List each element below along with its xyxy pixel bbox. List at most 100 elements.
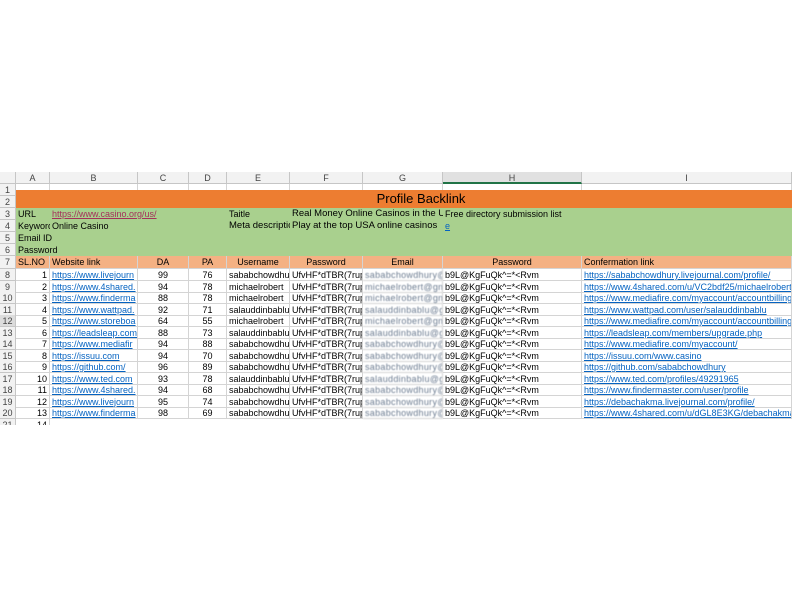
- cell-username[interactable]: sababchowdhu: [227, 361, 290, 373]
- cell-website-link[interactable]: https://www.finderma: [50, 407, 138, 419]
- cell-username[interactable]: salauddinbablu: [227, 372, 290, 385]
- cell-confirmation-link[interactable]: https://www.wattpad.com/user/salauddinba…: [582, 303, 792, 316]
- cell-username[interactable]: sababchowdhu: [227, 407, 290, 419]
- cell-email[interactable]: sababchowdhury@gmail.com: [363, 395, 443, 408]
- cell-username[interactable]: michaelrobert: [227, 292, 290, 304]
- password-label[interactable]: Password: [16, 244, 96, 256]
- cell-email[interactable]: sababchowdhury@gmail.com: [363, 269, 443, 281]
- cell-email[interactable]: michaelrobert@gmail.com: [363, 280, 443, 293]
- cell-da[interactable]: 99: [138, 269, 189, 281]
- column-header-b[interactable]: B: [50, 172, 138, 184]
- cell-password[interactable]: UfvHF*dTBR(7rup/: [290, 338, 363, 350]
- email-id-label[interactable]: Email ID: [16, 232, 96, 244]
- cell-password-2[interactable]: b9L@KgFuQk^=*<Rvm: [443, 349, 582, 362]
- cell-pa[interactable]: 70: [189, 349, 227, 362]
- cell-password-2[interactable]: b9L@KgFuQk^=*<Rvm: [443, 338, 582, 350]
- cell-email[interactable]: sababchowdhury@gmail.com: [363, 349, 443, 362]
- cell-slno[interactable]: 4: [16, 303, 50, 316]
- cell-password-2[interactable]: b9L@KgFuQk^=*<Rvm: [443, 361, 582, 373]
- cell-password-2[interactable]: b9L@KgFuQk^=*<Rvm: [443, 315, 582, 327]
- cell-username[interactable]: salauddinbablu: [227, 326, 290, 339]
- column-header-c[interactable]: C: [138, 172, 189, 184]
- cell-password[interactable]: UfvHF*dTBR(7rup/: [290, 269, 363, 281]
- column-header-h[interactable]: H: [443, 172, 582, 184]
- header-da[interactable]: DA: [138, 256, 189, 269]
- cell-confirmation-link[interactable]: https://sababchowdhury.livejournal.com/p…: [582, 269, 792, 281]
- cell-slno[interactable]: 9: [16, 361, 50, 373]
- column-header-i[interactable]: I: [582, 172, 792, 184]
- cell-slno[interactable]: 5: [16, 315, 50, 327]
- cell-username[interactable]: sababchowdhu: [227, 338, 290, 350]
- cell-confirmation-link[interactable]: https://debachakma.livejournal.com/profi…: [582, 395, 792, 408]
- select-all-corner[interactable]: [0, 172, 16, 184]
- row-header[interactable]: 20: [0, 407, 16, 419]
- cell-password[interactable]: UfvHF*dTBR(7rup/: [290, 349, 363, 362]
- cell-slno[interactable]: 14: [16, 418, 50, 425]
- cell-website-link[interactable]: https://www.wattpad.: [50, 303, 138, 316]
- row-header[interactable]: 13: [0, 326, 16, 339]
- cell-username[interactable]: sababchowdhu: [227, 269, 290, 281]
- cell-password[interactable]: UfvHF*dTBR(7rup/: [290, 315, 363, 327]
- cell-slno[interactable]: 10: [16, 372, 50, 385]
- cell-confirmation-link[interactable]: https://github.com/sababchowdhury: [582, 361, 792, 373]
- cell-website-link[interactable]: https://www.4shared.: [50, 280, 138, 293]
- cell-username[interactable]: sababchowdhu: [227, 384, 290, 396]
- cell-email[interactable]: sababchowdhury@gmail.com: [363, 407, 443, 419]
- cell-slno[interactable]: 12: [16, 395, 50, 408]
- cell-da[interactable]: 93: [138, 372, 189, 385]
- cell-email[interactable]: sababchowdhury@gmail.com: [363, 338, 443, 350]
- cell-da[interactable]: 94: [138, 280, 189, 293]
- cell-password[interactable]: UfvHF*dTBR(7rup/: [290, 407, 363, 419]
- cell-website-link[interactable]: https://www.storeboa: [50, 315, 138, 327]
- cell-pa[interactable]: 73: [189, 326, 227, 339]
- cell-pa[interactable]: 71: [189, 303, 227, 316]
- header-password[interactable]: Password: [290, 256, 363, 269]
- header-password-2[interactable]: Password: [443, 256, 582, 269]
- cell-slno[interactable]: 1: [16, 269, 50, 281]
- cell-website-link[interactable]: https://www.4shared.: [50, 384, 138, 396]
- row-header[interactable]: 14: [0, 338, 16, 350]
- row-header[interactable]: 18: [0, 384, 16, 396]
- keyword-value[interactable]: Online Casino: [50, 220, 227, 232]
- cell-password-2[interactable]: b9L@KgFuQk^=*<Rvm: [443, 269, 582, 281]
- cell-slno[interactable]: 7: [16, 338, 50, 350]
- cell-da[interactable]: 94: [138, 349, 189, 362]
- cell-confirmation-link[interactable]: https://www.mediafire.com/myaccount/: [582, 338, 792, 350]
- row-header[interactable]: 12: [0, 315, 16, 327]
- cell-email[interactable]: michaelrobert@gmail.com: [363, 292, 443, 304]
- row-header[interactable]: 5: [0, 232, 16, 244]
- cell-slno[interactable]: 8: [16, 349, 50, 362]
- cell-da[interactable]: 94: [138, 384, 189, 396]
- row-header[interactable]: 7: [0, 256, 16, 269]
- row-header[interactable]: 8: [0, 269, 16, 281]
- cell-confirmation-link[interactable]: https://www.ted.com/profiles/49291965: [582, 372, 792, 385]
- cell-password-2[interactable]: b9L@KgFuQk^=*<Rvm: [443, 372, 582, 385]
- cell-password[interactable]: UfvHF*dTBR(7rup/: [290, 372, 363, 385]
- cell-da[interactable]: 88: [138, 326, 189, 339]
- row-header[interactable]: 15: [0, 349, 16, 362]
- cell-username[interactable]: sababchowdhu: [227, 395, 290, 408]
- cell-pa[interactable]: 76: [189, 269, 227, 281]
- cell-username[interactable]: salauddinbablu: [227, 303, 290, 316]
- cell-website-link[interactable]: https://www.livejourn: [50, 269, 138, 281]
- cell-username[interactable]: michaelrobert: [227, 315, 290, 327]
- cell-da[interactable]: 94: [138, 338, 189, 350]
- meta-label[interactable]: Meta descriptic: [227, 220, 290, 232]
- cell-password-2[interactable]: b9L@KgFuQk^=*<Rvm: [443, 407, 582, 419]
- row-header[interactable]: 2: [0, 196, 16, 208]
- row-header[interactable]: 16: [0, 361, 16, 373]
- cell-password[interactable]: UfvHF*dTBR(7rup/: [290, 361, 363, 373]
- cell-da[interactable]: 64: [138, 315, 189, 327]
- cell-website-link[interactable]: https://www.livejourn: [50, 395, 138, 408]
- cell-password-2[interactable]: b9L@KgFuQk^=*<Rvm: [443, 303, 582, 316]
- row-header[interactable]: 1: [0, 184, 16, 196]
- cell-confirmation-link[interactable]: https://www.mediafire.com/myaccount/acco…: [582, 292, 792, 304]
- row-header[interactable]: 3: [0, 208, 16, 220]
- row-header[interactable]: 21: [0, 418, 16, 425]
- cell-pa[interactable]: 55: [189, 315, 227, 327]
- cell-password[interactable]: UfvHF*dTBR(7rup/: [290, 303, 363, 316]
- cell-website-link[interactable]: https://issuu.com: [50, 349, 138, 362]
- cell-password[interactable]: UfvHF*dTBR(7rup/: [290, 280, 363, 293]
- cell-confirmation-link[interactable]: https://leadsleap.com/members/upgrade.ph…: [582, 326, 792, 339]
- cell-website-link[interactable]: https://www.ted.com: [50, 372, 138, 385]
